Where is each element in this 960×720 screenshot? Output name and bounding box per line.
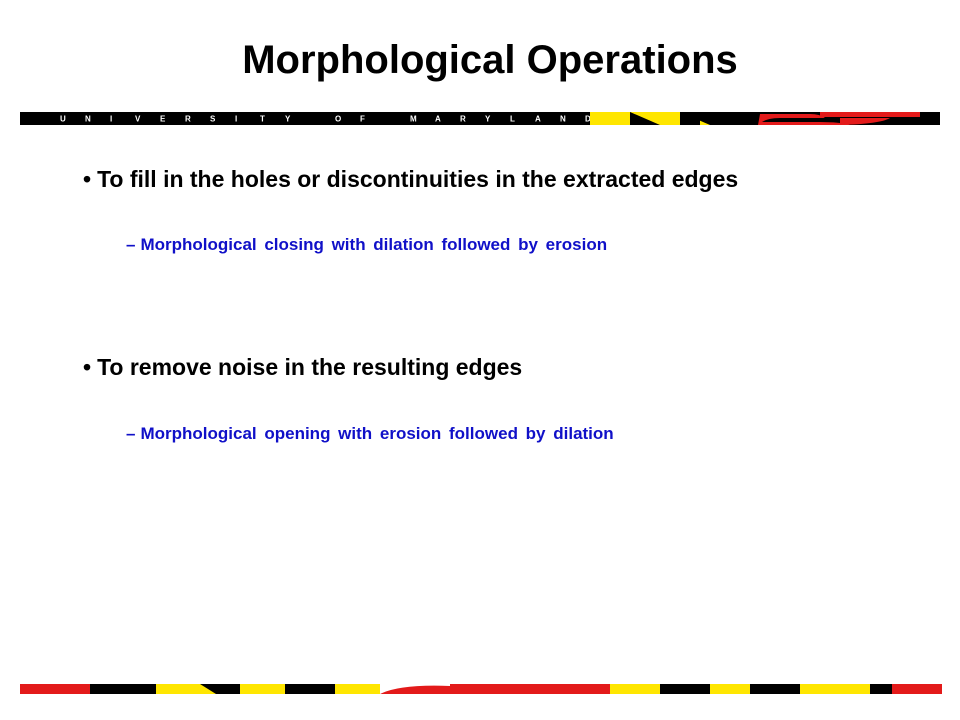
bullet-marker: • [83, 166, 92, 192]
maryland-flag-banner-graphic: UNIVERSITYOFMARYLAND [20, 112, 940, 125]
maryland-flag-banner-bottom [20, 684, 942, 694]
bullet-text: To remove noise in the resulting edges [97, 354, 523, 380]
banner-letter: R [460, 115, 466, 124]
banner-letter: N [85, 115, 91, 124]
banner-letter: U [60, 115, 66, 124]
banner-letter: I [235, 115, 237, 124]
bullet-item-1: • To fill in the holes or discontinuities… [83, 166, 738, 193]
maryland-flag-pattern-graphic [20, 684, 942, 694]
sub-bullet-text: Morphological opening with erosion follo… [140, 424, 614, 443]
banner-letter: S [210, 115, 216, 124]
banner-letter: I [110, 115, 112, 124]
banner-letter: A [535, 115, 541, 124]
sub-bullet-text: Morphological closing with dilation foll… [140, 235, 608, 254]
university-banner-top: UNIVERSITYOFMARYLAND [20, 112, 940, 125]
bullet-item-2: • To remove noise in the resulting edges [83, 354, 522, 381]
banner-letter: O [335, 115, 341, 124]
bullet-marker: • [83, 354, 92, 380]
sub-bullet-marker: – [126, 424, 136, 443]
slide-title: Morphological Operations [242, 38, 738, 82]
banner-letter: Y [285, 115, 291, 124]
banner-letter: N [560, 115, 566, 124]
banner-letter: F [360, 115, 365, 124]
banner-letter: V [135, 115, 141, 124]
banner-letter: R [185, 115, 191, 124]
banner-letter: E [160, 115, 166, 124]
banner-letter: Y [485, 115, 491, 124]
slide: Morphological Operations U N I V E R S I T Y O F M A R… [0, 0, 960, 720]
sub-bullet-item-1: – Morphological closing with dilation fol… [126, 235, 607, 255]
sub-bullet-marker: – [126, 235, 136, 254]
banner-letter: L [510, 115, 515, 124]
sub-bullet-item-2: – Morphological opening with erosion foll… [126, 424, 614, 444]
banner-letter: M [410, 115, 417, 124]
banner-letter: A [435, 115, 441, 124]
banner-letter: T [260, 115, 265, 124]
bullet-text: To fill in the holes or discontinuities … [97, 166, 739, 192]
